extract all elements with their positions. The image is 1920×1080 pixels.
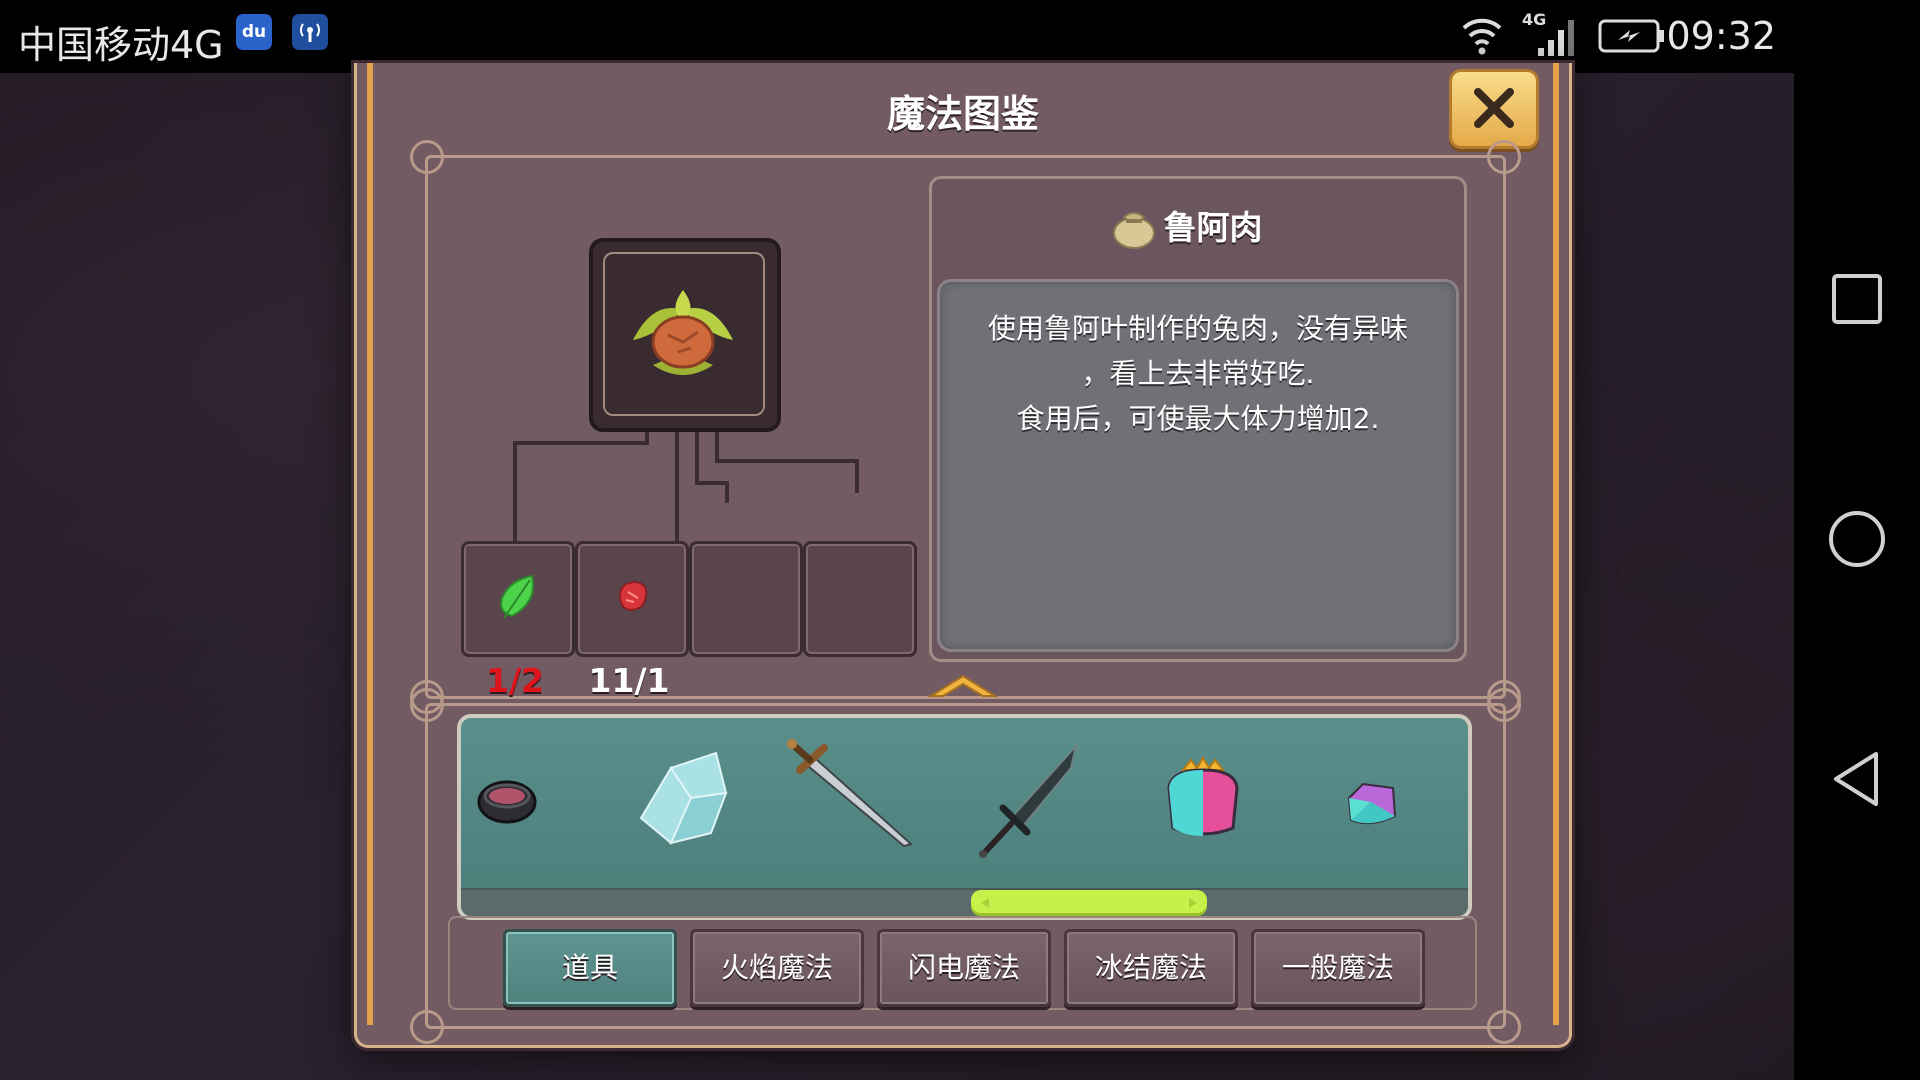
- item-name: 鲁阿肉: [1163, 208, 1263, 247]
- home-icon[interactable]: [1826, 508, 1888, 570]
- result-item-slot[interactable]: [589, 238, 781, 432]
- tab-fire-magic[interactable]: 火焰魔法: [690, 929, 864, 1007]
- ingredient-count-2: 11/1: [588, 661, 670, 700]
- item-carousel[interactable]: [457, 714, 1472, 920]
- green-leaf-icon: [500, 574, 534, 619]
- scroll-right-arrow-icon: [1189, 898, 1197, 908]
- baidu-app-icon: du: [236, 14, 272, 50]
- navigation-bar: [1794, 0, 1920, 1080]
- carousel-scroll-thumb[interactable]: [971, 890, 1207, 916]
- item-info-panel: 鲁阿肉 使用鲁阿叶制作的兔肉，没有异味 ，看上去非常好吃. 食用后，可使最大体力…: [929, 176, 1467, 662]
- signal-icon: [1538, 20, 1574, 56]
- scroll-left-arrow-icon: [981, 898, 989, 908]
- battery-charging-icon: [1598, 19, 1664, 53]
- item-description-box: 使用鲁阿叶制作的兔肉，没有异味 ，看上去非常好吃. 食用后，可使最大体力增加2.: [937, 279, 1459, 652]
- clock: 09:32: [1666, 14, 1776, 58]
- crown-gem-icon[interactable]: [1161, 754, 1245, 844]
- ingredient-slot-2[interactable]: [575, 541, 689, 657]
- tab-ice-magic[interactable]: 冰结魔法: [1064, 929, 1238, 1007]
- recent-apps-icon[interactable]: [1826, 268, 1888, 330]
- bronze-sword-icon[interactable]: [786, 734, 926, 854]
- ingredient-slot-3[interactable]: [689, 541, 803, 657]
- description-line-3: 食用后，可使最大体力增加2.: [1016, 402, 1380, 435]
- magic-encyclopedia-window: 魔法图鉴 1/2 11/1 鲁阿肉 使用鲁阿叶制作的兔肉，没有异味 ，看上去非常…: [354, 63, 1572, 1048]
- dark-sword-icon[interactable]: [971, 738, 1091, 858]
- tab-lightning-magic[interactable]: 闪电魔法: [877, 929, 1051, 1007]
- ingredient-slot-4[interactable]: [803, 541, 917, 657]
- ingredient-count-1: 1/2: [486, 661, 544, 700]
- wifi-icon: [1462, 18, 1502, 55]
- item-description: 使用鲁阿叶制作的兔肉，没有异味 ，看上去非常好吃. 食用后，可使最大体力增加2.: [960, 306, 1436, 441]
- back-icon[interactable]: [1826, 748, 1888, 810]
- carrier-label: 中国移动4G: [18, 23, 224, 67]
- small-gem-icon[interactable]: [1341, 776, 1403, 832]
- ingredient-slot-1[interactable]: [461, 541, 575, 657]
- description-line-1: 使用鲁阿叶制作的兔肉，没有异味: [987, 312, 1408, 345]
- hotspot-icon: [292, 14, 328, 50]
- rua-meat-icon: [633, 290, 733, 375]
- tab-general-magic[interactable]: 一般魔法: [1251, 929, 1425, 1007]
- raw-meat-icon: [618, 580, 648, 612]
- tab-items[interactable]: 道具: [503, 929, 677, 1007]
- ice-crystal-icon[interactable]: [621, 738, 741, 858]
- description-line-2: ，看上去非常好吃.: [1081, 357, 1315, 390]
- carousel-scroll-track[interactable]: [461, 888, 1468, 916]
- bowl-icon[interactable]: [475, 774, 539, 826]
- expand-up-arrow-icon[interactable]: [927, 670, 999, 700]
